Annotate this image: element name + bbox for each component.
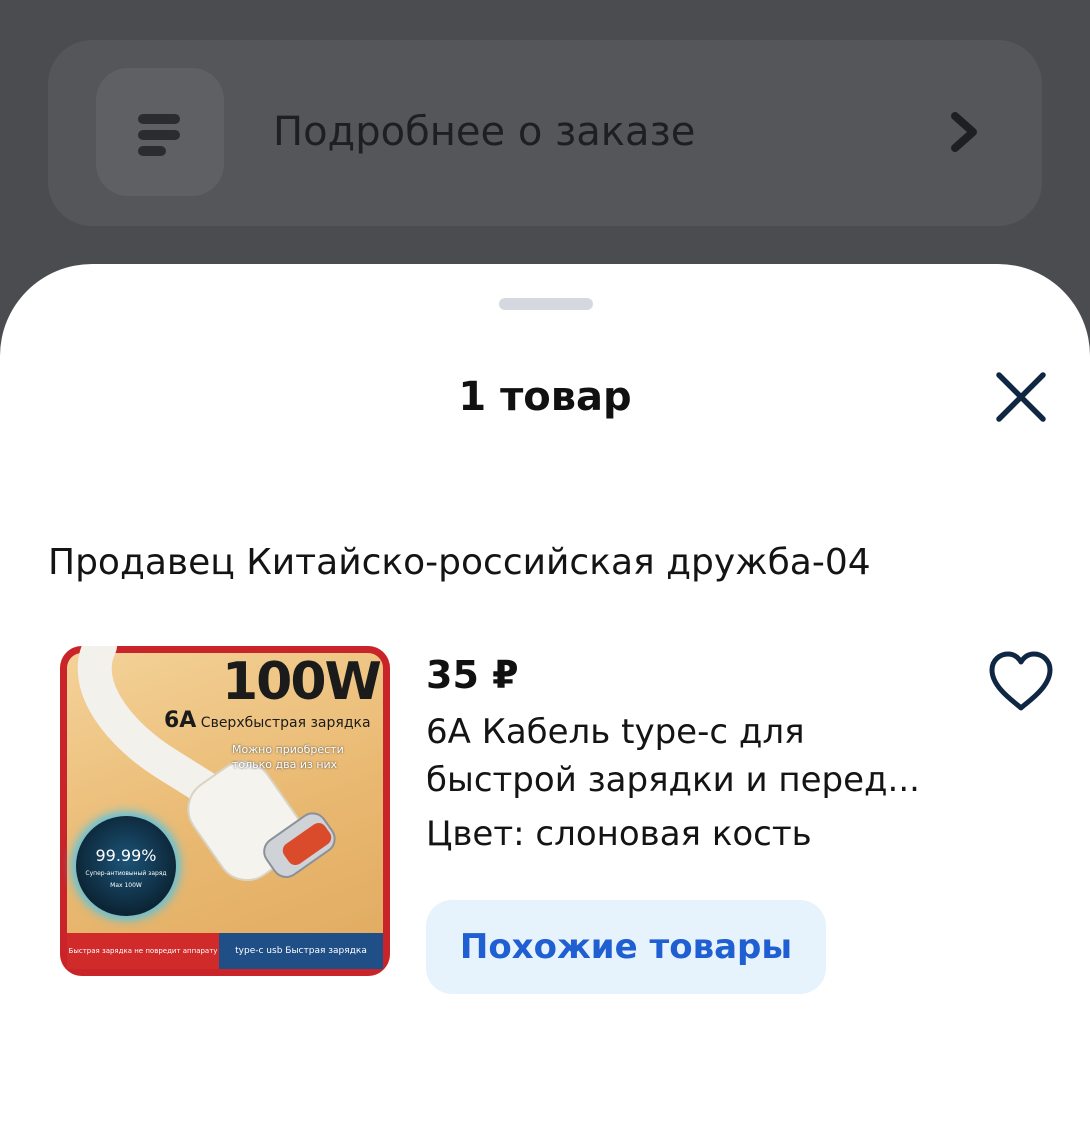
image-charge-badge: 99.99% Супер-антиовыный заряд Max 100W: [76, 816, 176, 916]
image-subhead: 6A Сверхбыстрая зарядка: [164, 708, 371, 733]
close-icon[interactable]: [990, 366, 1052, 428]
sheet-title: 1 товар: [458, 374, 632, 420]
image-banner-right: type-c usb Быстрая зарядка: [219, 933, 383, 969]
menu-lines-icon: [96, 68, 224, 196]
similar-products-button[interactable]: Похожие товары: [426, 900, 826, 994]
seller-label[interactable]: Продавец Китайско-российская дружба-04: [48, 540, 871, 586]
image-banner-left: Быстрая зарядка не повредит аппарату: [67, 933, 219, 969]
product-color: Цвет: слоновая кость: [426, 814, 812, 854]
image-headline: 100W: [222, 652, 382, 712]
product-name[interactable]: 6A Кабель type-c для быстрой зарядки и п…: [426, 708, 966, 804]
sheet-drag-handle[interactable]: [499, 298, 593, 310]
product-price: 35 ₽: [426, 653, 519, 697]
image-note: Можно приобрести только два из них: [232, 743, 344, 771]
heart-outline-icon[interactable]: [986, 648, 1056, 718]
order-details-label: Подробнее о заказе: [273, 109, 696, 155]
chevron-right-icon: [951, 112, 977, 152]
product-image[interactable]: 100W 6A Сверхбыстрая зарядка Можно приоб…: [60, 646, 390, 976]
